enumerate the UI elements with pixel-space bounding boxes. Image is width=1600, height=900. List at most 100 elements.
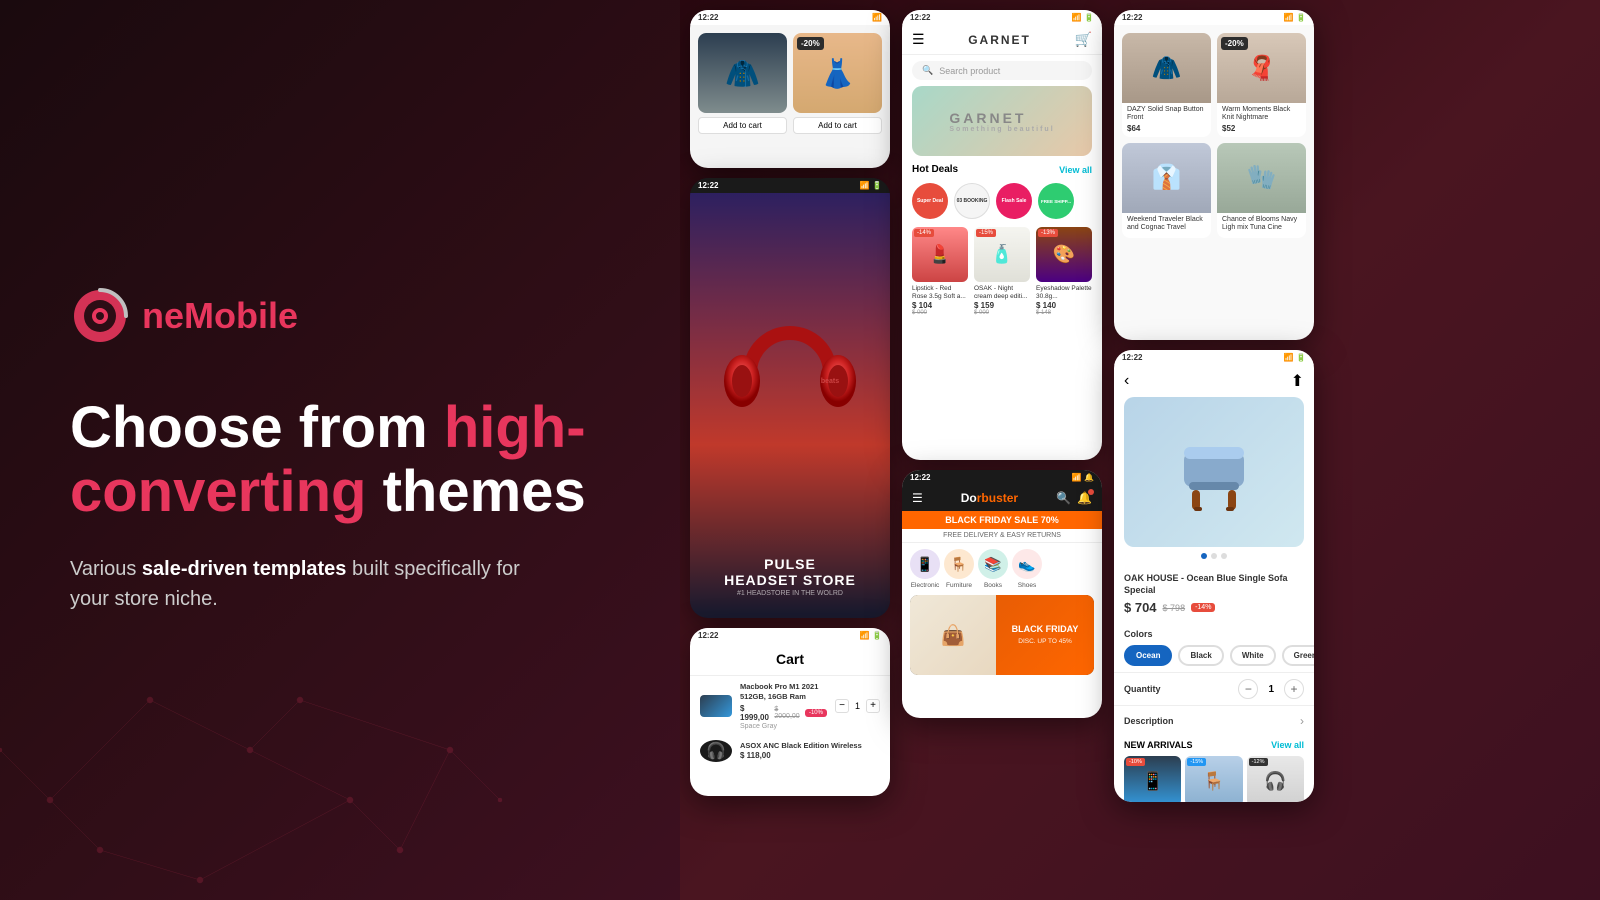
cart-item-1: Macbook Pro M1 2021 512GB, 16GB Ram $ 19… bbox=[690, 676, 890, 736]
dot-1 bbox=[1201, 553, 1207, 559]
garnet-view-all[interactable]: View all bbox=[1059, 165, 1092, 175]
cat-books: 📚 Books bbox=[978, 549, 1008, 589]
product-image-dots bbox=[1114, 547, 1314, 565]
headset-content: beats PULSE HEADSET STORE #1 HEADSTORE I… bbox=[690, 193, 890, 613]
bf-subtitle: DISC. UP TO 45% bbox=[1018, 638, 1071, 645]
garnet-search-bar[interactable]: 🔍 Search product bbox=[912, 61, 1092, 80]
cat-electronics: 📱 Electronic bbox=[910, 549, 940, 589]
headset-image-area: beats bbox=[690, 193, 890, 533]
cart-item-2-img: 🎧 bbox=[700, 740, 732, 762]
badge-booking: 03 BOOKING bbox=[954, 183, 990, 219]
fashion-item-3-price bbox=[1122, 234, 1211, 238]
badge-super-deal: Super Deal bbox=[912, 183, 948, 219]
fashion-item-1-name: DAZY Solid Snap Button Front bbox=[1122, 103, 1211, 124]
fashion-img-wrapper: 👗 -20% bbox=[793, 33, 882, 113]
share-icon[interactable]: ⬆ bbox=[1291, 371, 1304, 391]
fashion-img-person-4: 🧤 bbox=[1217, 143, 1306, 213]
deals-badges: Super Deal 03 BOOKING Flash Sale FREE SH… bbox=[902, 179, 1102, 223]
furniture-icon: 🪑 bbox=[944, 549, 974, 579]
hp3-old-price: $ 148 bbox=[1036, 310, 1092, 316]
fashion-item-1: 🧥 Add to cart bbox=[698, 33, 787, 155]
hot-product-3: 🎨 -13% Eyeshadow Palette 30.8g... $ 140 … bbox=[1036, 227, 1092, 316]
fashion-item-3-name: Weekend Traveler Black and Cognac Travel bbox=[1122, 213, 1211, 234]
black-friday-banner: 👜 BLACK FRIDAY DISC. UP TO 45% bbox=[910, 595, 1094, 675]
headset-svg: beats bbox=[710, 283, 870, 443]
cart-item-1-img bbox=[700, 695, 732, 717]
garnet-deals-header: Hot Deals View all bbox=[902, 156, 1102, 179]
garnet-nav: ☰ GARNET 🛒 bbox=[902, 25, 1102, 55]
cat-furniture-label: Furniture bbox=[946, 582, 972, 589]
back-icon[interactable]: ‹ bbox=[1124, 372, 1129, 390]
hp3-badge: -13% bbox=[1038, 229, 1058, 237]
hp3-name: Eyeshadow Palette 30.8g... bbox=[1036, 285, 1092, 301]
hp1-old-price: $ 000 bbox=[912, 310, 968, 316]
cat-shoes: 👟 Shoes bbox=[1012, 549, 1042, 589]
phone-headset-store: 12:22 📶 🔋 bbox=[690, 178, 890, 618]
product-price-row: $ 704 $ 798 -14% bbox=[1124, 600, 1304, 615]
phone-fashion-store: 12:22 📶 🔋 🧥 DAZY Solid Snap Button Front… bbox=[1114, 10, 1314, 340]
headset-title: PULSE bbox=[706, 556, 874, 572]
cart-plus-btn[interactable]: + bbox=[866, 699, 880, 713]
search-placeholder: Search product bbox=[939, 66, 1000, 76]
headset-text: PULSE HEADSET STORE #1 HEADSTORE IN THE … bbox=[706, 556, 874, 597]
fashion-store-item-4: 🧤 Chance of Blooms Navy Ligh mix Tuna Ci… bbox=[1217, 143, 1306, 238]
cart-item-2-details: ASOX ANC Black Edition Wireless $ 118,00 bbox=[740, 741, 880, 760]
left-panel: neMobile Choose from high- converting th… bbox=[0, 0, 680, 900]
qty-plus-btn[interactable]: + bbox=[1284, 679, 1304, 699]
product-nav: ‹ ⬆ bbox=[1114, 365, 1314, 397]
badge-free-shipping: FREE SHIPP... bbox=[1038, 183, 1074, 219]
cart-item-1-name: Macbook Pro M1 2021 512GB, 16GB Ram bbox=[740, 682, 827, 702]
bf-image: 👜 bbox=[910, 595, 996, 675]
hp2-badge: -15% bbox=[976, 229, 996, 237]
color-ocean-btn[interactable]: Ocean bbox=[1124, 645, 1172, 666]
color-green-btn[interactable]: Green bbox=[1282, 645, 1314, 666]
na-badge-1: -10% bbox=[1126, 758, 1145, 766]
status-bar: 12:22 📶 bbox=[690, 10, 890, 25]
fashion-item-4-name: Chance of Blooms Navy Ligh mix Tuna Cine bbox=[1217, 213, 1306, 234]
qty-number: 1 bbox=[1268, 684, 1274, 695]
chair-svg bbox=[1164, 422, 1264, 522]
cart-qty-controls[interactable]: − 1 + bbox=[835, 699, 880, 713]
add-to-cart-btn-2[interactable]: Add to cart bbox=[793, 117, 882, 134]
cart-item-2-name: ASOX ANC Black Edition Wireless bbox=[740, 741, 880, 751]
new-arrival-1: 📱 -10% iPhone 14 Pro Max... bbox=[1124, 756, 1181, 802]
new-arrivals-section: NEW ARRIVALS View all 📱 -10% iPhone 14 P… bbox=[1114, 736, 1314, 802]
fashion-img-person-3: 👔 bbox=[1122, 143, 1211, 213]
column-2: 12:22 📶 🔋 ☰ GARNET 🛒 🔍 Search product GA… bbox=[902, 10, 1102, 890]
logo: neMobile bbox=[70, 286, 610, 346]
color-white-btn[interactable]: White bbox=[1230, 645, 1276, 666]
doorbuster-sale-banner: BLACK FRIDAY SALE 70% bbox=[902, 511, 1102, 529]
badge-flash-sale: Flash Sale bbox=[996, 183, 1032, 219]
product-status: 12:22 📶 🔋 bbox=[1114, 350, 1314, 365]
hp2-price: $ 159 bbox=[974, 301, 1030, 310]
cart-status-bar: 12:22 📶 🔋 bbox=[690, 628, 890, 643]
description-section[interactable]: Description › bbox=[1114, 705, 1314, 736]
na-badge-3: -12% bbox=[1249, 758, 1268, 766]
headset-store-title: HEADSET STORE bbox=[706, 572, 874, 588]
qty-controls[interactable]: − 1 + bbox=[1238, 679, 1304, 699]
product-image-area bbox=[1124, 397, 1304, 547]
search-icon: 🔍 bbox=[922, 65, 933, 76]
cat-shoes-label: Shoes bbox=[1018, 582, 1036, 589]
product-info: OAK HOUSE - Ocean Blue Single Sofa Speci… bbox=[1114, 565, 1314, 623]
fashion-store-grid: 🧥 DAZY Solid Snap Button Front $64 🧣 -20… bbox=[1114, 25, 1314, 246]
cart-qty-value: 1 bbox=[855, 701, 860, 711]
hp2-name: OSAK - Night cream deep editi... bbox=[974, 285, 1030, 301]
fashion-store-item-1: 🧥 DAZY Solid Snap Button Front $64 bbox=[1122, 33, 1211, 137]
phone-garnet-store: 12:22 📶 🔋 ☰ GARNET 🛒 🔍 Search product GA… bbox=[902, 10, 1102, 460]
qty-minus-btn[interactable]: − bbox=[1238, 679, 1258, 699]
cart-minus-btn[interactable]: − bbox=[835, 699, 849, 713]
new-arrivals-view-all[interactable]: View all bbox=[1271, 740, 1304, 750]
fashion-item-2-price: $52 bbox=[1217, 124, 1306, 137]
cart-item-2-price: $ 118,00 bbox=[740, 751, 880, 760]
color-black-btn[interactable]: Black bbox=[1178, 645, 1223, 666]
phone-cart: 12:22 📶 🔋 Cart Macbook Pro M1 2021 512GB… bbox=[690, 628, 890, 796]
add-to-cart-btn-1[interactable]: Add to cart bbox=[698, 117, 787, 134]
qty-label: Quantity bbox=[1124, 684, 1161, 694]
dot-3 bbox=[1221, 553, 1227, 559]
doorbuster-categories: 📱 Electronic 🪑 Furniture 📚 Books 👟 Shoes bbox=[902, 543, 1102, 595]
fashion-store-item-2: 🧣 -20% Warm Moments Black Knit Nightmare… bbox=[1217, 33, 1306, 137]
hot-product-1: 💄 -14% Lipstick - Red Rose 3.5g Soft a..… bbox=[912, 227, 968, 316]
phone-doorbuster: 12:22 📶 🔔 ☰ Dorbuster 🔍 🔔 BLACK FRIDAY S… bbox=[902, 470, 1102, 718]
logo-text: neMobile bbox=[142, 295, 298, 337]
